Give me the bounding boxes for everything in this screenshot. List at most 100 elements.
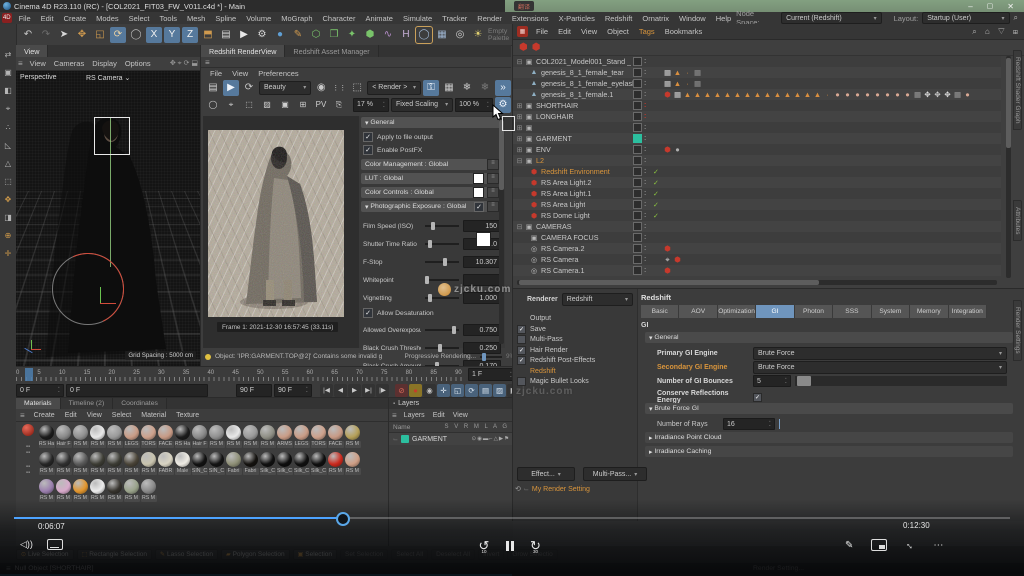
toolbar-icon[interactable]: ↷ [38,27,54,43]
object-row[interactable]: ◎ RS Camera : ✓ ⌖⬢ [513,254,1001,265]
secondary-gi-select[interactable]: Brute Force [753,361,1007,374]
material-item[interactable]: RS M [89,452,106,475]
object-enable-checkbox[interactable] [633,189,642,198]
default-material-icon[interactable] [22,424,34,436]
rv-icon-expand[interactable]: » [495,80,511,96]
tag-icon[interactable]: ● [833,90,842,99]
layer-flag-icon[interactable]: ▶ [499,436,503,442]
toolbar-icon[interactable]: ● [272,27,288,43]
playback-button[interactable]: ▶ [348,384,361,397]
material-ball[interactable] [328,452,343,467]
tag-icon[interactable]: ● [843,90,852,99]
scale-pct-value[interactable]: 100 %⁚ [455,98,493,112]
param-slider[interactable] [425,279,459,281]
view-nav-icons[interactable]: ✥ ⌖ ⟳ ⬓ [170,59,198,68]
material-ball[interactable] [56,452,71,467]
material-item[interactable]: TORS [140,425,157,448]
tool-icon[interactable]: ✥ [5,195,12,204]
material-item[interactable]: Silk_C [276,452,293,475]
frame-step-field[interactable]: 1 F⁚ [468,368,516,381]
color-swatch[interactable] [473,187,484,198]
tag-icon[interactable]: ▲ [723,90,732,99]
c4d-menu-icon[interactable]: 4D [2,13,12,23]
material-ball[interactable] [277,425,292,440]
material-ball[interactable] [260,425,275,440]
range-end-field-2[interactable]: 90 F⁚ [274,384,312,397]
param-slider[interactable] [425,297,459,299]
tag-icon[interactable]: ▲ [773,90,782,99]
section-menu-icon[interactable]: ≡ [487,187,499,198]
tag-icon[interactable]: ● [963,90,972,99]
tag-icon[interactable]: ▲ [713,90,722,99]
tag-strip[interactable]: ⬢ [663,266,672,275]
material-item[interactable]: SIN_C [191,452,208,475]
tag-icon[interactable]: ▦ [673,90,682,99]
material-ball[interactable] [311,452,326,467]
render-settings-tree-item[interactable]: Output [517,314,635,324]
material-ball[interactable] [311,425,326,440]
visibility-dots[interactable]: : [644,102,646,109]
object-enable-checkbox[interactable] [633,244,642,253]
param-slider[interactable] [425,243,459,245]
rs-tab[interactable]: Photon [795,305,833,318]
materials-hamburger-icon[interactable]: ≡ [20,411,25,420]
tag-icon[interactable]: ▲ [803,90,812,99]
rs-tab[interactable]: Integration [949,305,987,318]
object-enable-checkbox[interactable] [633,211,642,220]
visibility-dots[interactable]: : [644,157,646,164]
rs-tab[interactable]: GI [756,305,794,318]
section-checkbox[interactable] [474,202,484,212]
current-frame-marker[interactable] [25,368,33,381]
layer-flag-icon[interactable]: ◉ [477,436,482,442]
visibility-dots[interactable]: : [644,245,646,252]
expander-icon[interactable]: ⊟ [515,157,524,165]
material-item[interactable]: RS M [89,479,106,502]
material-item[interactable]: RS M [344,452,361,475]
playback-button[interactable]: |◀ [320,384,333,397]
material-item[interactable]: RS M [140,452,157,475]
playback-button[interactable]: ▶| [362,384,375,397]
render-setting-icon[interactable]: ⟲ [515,485,521,493]
material-ball[interactable] [39,425,54,440]
material-ball[interactable] [226,452,241,467]
menu-item[interactable]: Volume [241,14,276,23]
expander-icon[interactable]: ⊞ [515,113,524,121]
object-row[interactable]: ⬢ RS Area Light : ✓ [513,199,1001,210]
object-row[interactable]: ⊟ ▣ L2 : ✓ [513,155,1001,166]
material-item[interactable]: Silk_C [293,452,310,475]
playback-button[interactable]: ◀ [334,384,347,397]
side-tab-shader-graph[interactable]: Redshift Shader Graph [1013,50,1022,132]
command-chip[interactable]: Deselect All [431,549,475,560]
material-item[interactable]: Male [174,452,191,475]
object-enable-checkbox[interactable] [633,200,642,209]
renderview-tab[interactable]: Redshift RenderView [201,45,285,57]
tool-icon[interactable]: ✛ [5,249,12,258]
rv-icon[interactable]: ▣ [277,97,293,113]
search-icon[interactable]: ⌕ [1014,13,1018,23]
expander-icon[interactable]: ⊞ [515,146,524,154]
visibility-dots[interactable]: : [644,69,646,76]
material-item[interactable]: ARMS [276,425,293,448]
scaling-select[interactable]: Fixed Scaling [391,98,453,112]
tag-icon[interactable]: ▲ [733,90,742,99]
tag-strip[interactable]: ⌖⬢ [663,255,682,265]
render-settings-tree-item[interactable]: Hair Render [517,346,635,356]
visibility-dots[interactable]: : [644,223,646,230]
general-section[interactable]: ▾ General [361,117,503,128]
panel-pin-icon[interactable]: ▪ [393,401,395,407]
material-item[interactable]: RS M [208,425,225,448]
object-row[interactable]: ◎ RS Camera.1 : ✓ ⬢ [513,265,1001,276]
toolbar-icon[interactable]: ∿ [380,27,396,43]
lock-icon[interactable]: ⚿ [423,80,439,96]
asset-manager-tab[interactable]: Redshift Asset Manager [285,45,378,57]
tool-icon[interactable]: ⬚ [4,177,12,186]
tag-icon[interactable]: ▲ [743,90,752,99]
tree-checkbox[interactable] [517,356,526,365]
material-ball[interactable] [107,479,122,494]
tool-icon[interactable]: ◺ [5,141,11,150]
visibility-dots[interactable]: : [644,201,646,208]
layer-flag-icon[interactable]: ▬ [483,436,489,442]
camera-label[interactable]: RS Camera ⌄ [86,74,130,82]
menu-item[interactable]: Ornatrix [637,14,674,23]
primary-gi-select[interactable]: Brute Force [753,347,1007,360]
